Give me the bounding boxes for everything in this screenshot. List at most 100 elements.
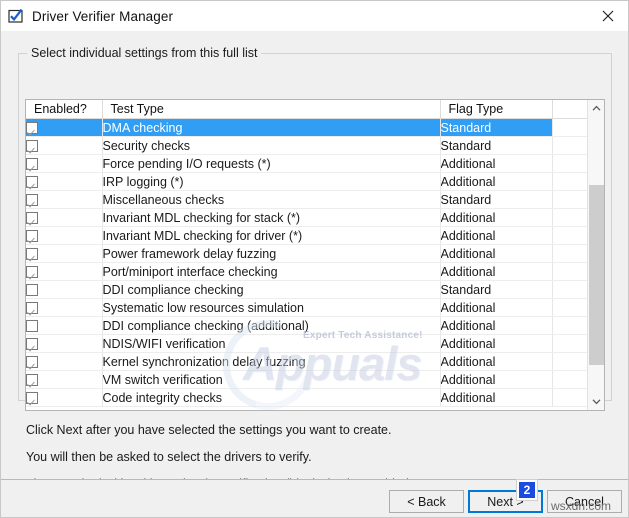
info-text-line-1: Click Next after you have selected the s… bbox=[26, 423, 392, 437]
column-header-enabled[interactable]: Enabled? bbox=[26, 100, 103, 119]
scroll-up-icon[interactable] bbox=[588, 100, 604, 117]
cell-filler bbox=[551, 136, 587, 155]
test-type-label: IRP logging (*) bbox=[102, 174, 184, 189]
flag-type-label: Additional bbox=[440, 390, 496, 405]
close-icon[interactable] bbox=[585, 1, 628, 31]
cell-filler bbox=[551, 316, 587, 335]
cell-enabled bbox=[26, 370, 102, 389]
test-type-label: DMA checking bbox=[102, 120, 183, 135]
driver-verifier-manager-window: Driver Verifier Manager Select individua… bbox=[0, 0, 629, 518]
cell-filler bbox=[551, 190, 587, 209]
column-header-filler bbox=[552, 100, 587, 119]
test-type-label: VM switch verification bbox=[102, 372, 223, 387]
checkbox-checked-icon[interactable] bbox=[26, 122, 38, 135]
cell-enabled bbox=[26, 262, 102, 281]
cell-flag-type: Additional bbox=[439, 226, 552, 245]
cell-filler bbox=[551, 262, 587, 281]
cell-filler bbox=[551, 226, 587, 245]
flag-type-label: Additional bbox=[440, 336, 496, 351]
table-row[interactable]: DDI compliance checking (additional) Addi… bbox=[26, 316, 587, 335]
table-row[interactable]: DMA checking Standard bbox=[26, 118, 587, 137]
flag-type-label: Additional bbox=[440, 246, 496, 261]
cancel-button[interactable]: Cancel bbox=[547, 490, 622, 513]
scrollbar-thumb[interactable] bbox=[589, 185, 604, 365]
checkbox-unchecked-icon[interactable] bbox=[26, 284, 38, 297]
cell-filler bbox=[551, 280, 587, 299]
cell-test-type: IRP logging (*) bbox=[101, 172, 440, 191]
table-row[interactable]: Invariant MDL checking for stack (*) Addi… bbox=[26, 208, 587, 227]
test-type-label: NDIS/WIFI verification bbox=[102, 336, 226, 351]
cell-enabled bbox=[26, 316, 102, 335]
checkbox-checked-icon[interactable] bbox=[26, 266, 38, 279]
cell-filler bbox=[551, 370, 587, 389]
step-badge-2: 2 bbox=[517, 480, 537, 500]
table-row[interactable]: Power framework delay fuzzing Additional bbox=[26, 244, 587, 263]
cell-enabled bbox=[26, 226, 102, 245]
table-row[interactable]: Kernel synchronization delay fuzzing Addi… bbox=[26, 352, 587, 371]
checkbox-checked-icon[interactable] bbox=[26, 140, 38, 153]
checkbox-unchecked-icon[interactable] bbox=[26, 320, 38, 333]
column-header-flag-type[interactable]: Flag Type bbox=[440, 100, 553, 119]
checkbox-checked-icon[interactable] bbox=[26, 338, 38, 351]
cell-flag-type: Additional bbox=[439, 154, 552, 173]
cell-enabled bbox=[26, 208, 102, 227]
checkbox-checked-icon[interactable] bbox=[26, 374, 38, 387]
cell-flag-type: Additional bbox=[439, 262, 552, 281]
table-row[interactable]: Security checks Standard bbox=[26, 136, 587, 155]
table-row[interactable]: VM switch verification Additional bbox=[26, 370, 587, 389]
checkbox-checked-icon[interactable] bbox=[26, 392, 38, 405]
test-type-label: Security checks bbox=[102, 138, 191, 153]
checkbox-checked-icon[interactable] bbox=[26, 230, 38, 243]
cell-test-type: Code integrity checks bbox=[101, 388, 440, 407]
column-header-test-type[interactable]: Test Type bbox=[102, 100, 441, 119]
table-row[interactable]: IRP logging (*) Additional bbox=[26, 172, 587, 191]
cell-filler bbox=[551, 118, 587, 137]
table-row[interactable]: NDIS/WIFI verification Additional bbox=[26, 334, 587, 353]
table-row[interactable]: Port/miniport interface checking Addition… bbox=[26, 262, 587, 281]
test-type-label: Systematic low resources simulation bbox=[102, 300, 304, 315]
cell-filler bbox=[551, 334, 587, 353]
cell-enabled bbox=[26, 334, 102, 353]
flag-type-label: Additional bbox=[440, 354, 496, 369]
checkbox-checked-icon[interactable] bbox=[26, 356, 38, 369]
cell-flag-type: Additional bbox=[439, 370, 552, 389]
back-button[interactable]: < Back bbox=[389, 490, 464, 513]
checkbox-checked-icon[interactable] bbox=[26, 158, 38, 171]
test-type-label: Invariant MDL checking for stack (*) bbox=[102, 210, 301, 225]
cell-enabled bbox=[26, 172, 102, 191]
checkbox-checked-icon[interactable] bbox=[26, 248, 38, 261]
cell-enabled bbox=[26, 118, 102, 137]
verifier-checkbox-icon bbox=[8, 8, 24, 24]
cell-enabled bbox=[26, 388, 102, 407]
table-body: DMA checking Standard Security checks Stand… bbox=[26, 118, 587, 407]
test-type-label: Code integrity checks bbox=[102, 390, 223, 405]
table-row[interactable]: Miscellaneous checks Standard bbox=[26, 190, 587, 209]
listview-viewport: Enabled? Test Type Flag Type DMA checkin… bbox=[26, 100, 587, 410]
table-row[interactable]: Force pending I/O requests (*) Additional bbox=[26, 154, 587, 173]
cell-flag-type: Additional bbox=[439, 388, 552, 407]
table-row[interactable]: DDI compliance checking Standard bbox=[26, 280, 587, 299]
cell-test-type: DMA checking bbox=[101, 118, 440, 137]
scroll-down-icon[interactable] bbox=[588, 393, 604, 410]
checkbox-checked-icon[interactable] bbox=[26, 194, 38, 207]
flag-type-label: Standard bbox=[440, 282, 492, 297]
flag-type-label: Additional bbox=[440, 174, 496, 189]
cell-enabled bbox=[26, 352, 102, 371]
listview-scrollbar[interactable] bbox=[587, 100, 604, 410]
flag-type-label: Standard bbox=[440, 138, 492, 153]
cell-test-type: Security checks bbox=[101, 136, 440, 155]
cell-filler bbox=[551, 352, 587, 371]
checkbox-checked-icon[interactable] bbox=[26, 302, 38, 315]
test-settings-listview[interactable]: Enabled? Test Type Flag Type DMA checkin… bbox=[25, 99, 605, 411]
cell-flag-type: Additional bbox=[439, 172, 552, 191]
flag-type-label: Additional bbox=[440, 210, 496, 225]
cell-test-type: VM switch verification bbox=[101, 370, 440, 389]
table-row[interactable]: Invariant MDL checking for driver (*) Add… bbox=[26, 226, 587, 245]
table-row[interactable]: Code integrity checks Additional bbox=[26, 388, 587, 407]
cell-enabled bbox=[26, 136, 102, 155]
table-row[interactable]: Systematic low resources simulation Addit… bbox=[26, 298, 587, 317]
checkbox-checked-icon[interactable] bbox=[26, 176, 38, 189]
cell-test-type: Invariant MDL checking for stack (*) bbox=[101, 208, 440, 227]
cell-flag-type: Additional bbox=[439, 208, 552, 227]
checkbox-checked-icon[interactable] bbox=[26, 212, 38, 225]
